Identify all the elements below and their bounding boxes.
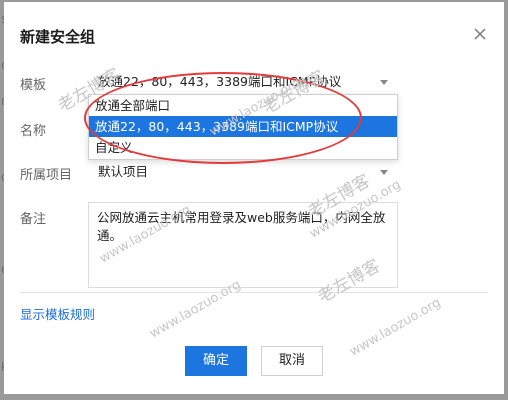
template-option-selected[interactable]: 放通22，80，443，3389端口和ICMP协议 (89, 116, 397, 137)
template-select-value: 放通22，80，443，3389端口和ICMP协议 (98, 74, 342, 89)
name-label: 名称 (20, 124, 47, 139)
template-option[interactable]: 自定义 (89, 137, 397, 158)
template-option[interactable]: 放通全部端口 (89, 95, 397, 116)
dialog-title: 新建安全组 (20, 28, 96, 46)
watermark-url: www.laozuo.org (347, 295, 444, 360)
close-icon[interactable] (472, 26, 488, 42)
show-template-rules-link[interactable]: 显示模板规则 (20, 304, 95, 323)
chevron-down-icon (380, 170, 388, 175)
project-select-value: 默认项目 (98, 164, 149, 179)
cancel-button[interactable]: 取消 (261, 346, 323, 376)
confirm-button[interactable]: 确定 (185, 346, 247, 376)
project-label: 所属项目 (20, 168, 73, 183)
new-security-group-dialog: 新建安全组 模板 放通22，80，443，3389端口和ICMP协议 名称 所属… (4, 2, 504, 394)
remark-textarea[interactable]: 公网放通云主机常用登录及web服务端口，内网全放通。 (88, 202, 398, 288)
template-select[interactable]: 放通22，80，443，3389端口和ICMP协议 (88, 68, 398, 96)
chevron-down-icon (380, 80, 388, 85)
project-select[interactable]: 默认项目 (88, 158, 398, 186)
remark-label: 备注 (20, 212, 47, 227)
template-label: 模板 (20, 78, 47, 93)
template-dropdown-menu: 放通全部端口 放通22，80，443，3389端口和ICMP协议 自定义 (88, 94, 398, 160)
footer-divider (20, 292, 488, 293)
